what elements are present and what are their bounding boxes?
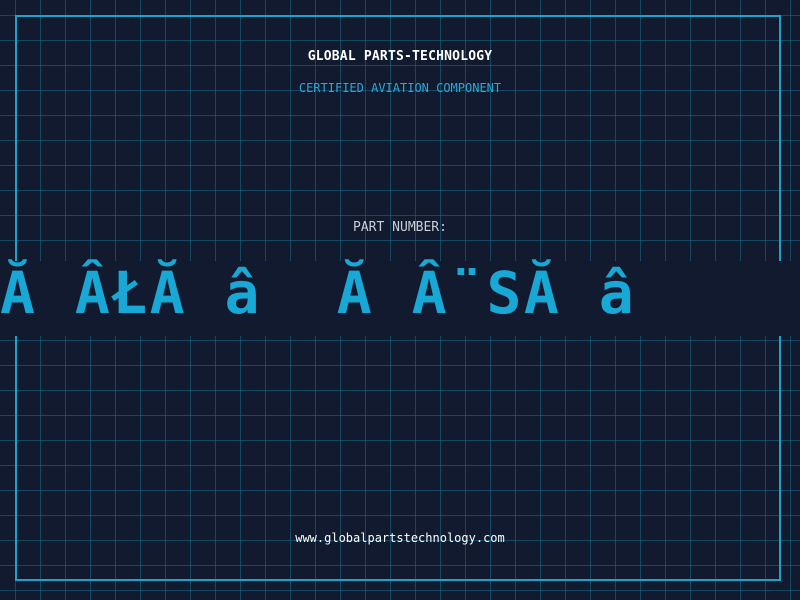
certificate-page: GLOBAL PARTS-TECHNOLOGY CERTIFIED AVIATI…: [0, 0, 800, 600]
part-number-value: Ă ÂŁĂ â Ă Â¨SĂ â: [0, 259, 637, 327]
part-number-label: PART NUMBER:: [353, 220, 447, 235]
certification-subtitle: CERTIFIED AVIATION COMPONENT: [298, 81, 502, 95]
company-name: GLOBAL PARTS-TECHNOLOGY: [307, 49, 493, 64]
website-url: www.globalpartstechnology.com: [295, 531, 505, 545]
